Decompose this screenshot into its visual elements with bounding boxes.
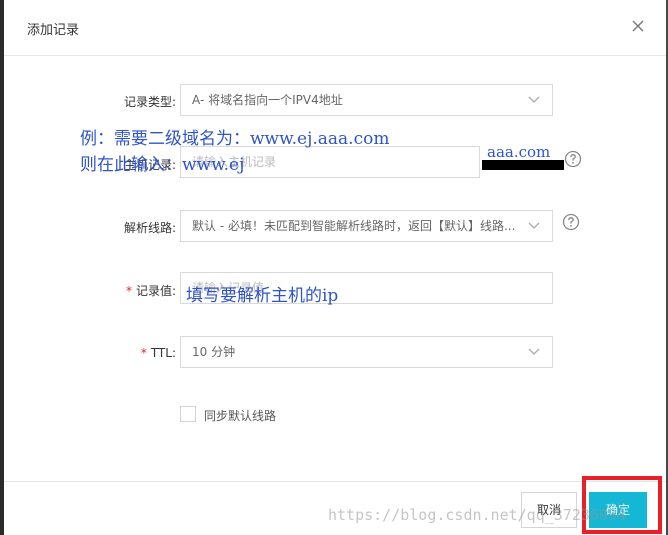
sync-default-checkbox[interactable] bbox=[180, 406, 196, 422]
dialog-header: 添加记录 bbox=[4, 0, 666, 56]
help-icon[interactable] bbox=[562, 213, 580, 231]
record-type-select[interactable]: A- 将域名指向一个IPV4地址 bbox=[180, 84, 553, 116]
chevron-down-icon bbox=[528, 348, 540, 355]
watermark: https://blog.csdn.net/qq_37236094 bbox=[328, 506, 627, 524]
annotation-line-3: 填写要解析主机的ip bbox=[186, 286, 339, 306]
record-type-value: A- 将域名指向一个IPV4地址 bbox=[192, 93, 343, 107]
annotation-line-1: 例：需要二级域名为：www.ej.aaa.com bbox=[80, 129, 390, 149]
chevron-down-icon bbox=[528, 222, 540, 229]
domain-suffix: aaa.com bbox=[487, 143, 551, 161]
close-icon[interactable] bbox=[630, 18, 646, 34]
footer-divider bbox=[4, 481, 666, 482]
line-label: 解析线路: bbox=[123, 221, 176, 235]
redaction-bar bbox=[482, 160, 564, 170]
dialog-title: 添加记录 bbox=[27, 23, 80, 38]
line-select[interactable]: 默认 - 必填！未匹配到智能解析线路时，返回【默认】线路... bbox=[180, 210, 553, 242]
ttl-label-text: TTL: bbox=[150, 346, 176, 360]
record-value-label-text: 记录值: bbox=[135, 284, 176, 298]
help-icon[interactable] bbox=[564, 150, 582, 168]
ttl-label: * TTL: bbox=[141, 346, 176, 360]
record-value-label: * 记录值: bbox=[126, 282, 176, 299]
annotation-line-2: 则在此输入：www.ej bbox=[80, 155, 245, 175]
add-record-dialog: 添加记录 记录类型: A- 将域名指向一个IPV4地址 主机记录: 请输入主机记… bbox=[4, 0, 666, 535]
ttl-value: 10 分钟 bbox=[192, 345, 236, 359]
line-value: 默认 - 必填！未匹配到智能解析线路时，返回【默认】线路... bbox=[192, 219, 516, 233]
required-mark: * bbox=[125, 284, 132, 298]
sync-default-label: 同步默认线路 bbox=[204, 409, 277, 423]
chevron-down-icon bbox=[528, 96, 540, 103]
required-mark: * bbox=[140, 346, 147, 360]
record-type-label: 记录类型: bbox=[123, 95, 176, 109]
ttl-select[interactable]: 10 分钟 bbox=[180, 336, 553, 368]
